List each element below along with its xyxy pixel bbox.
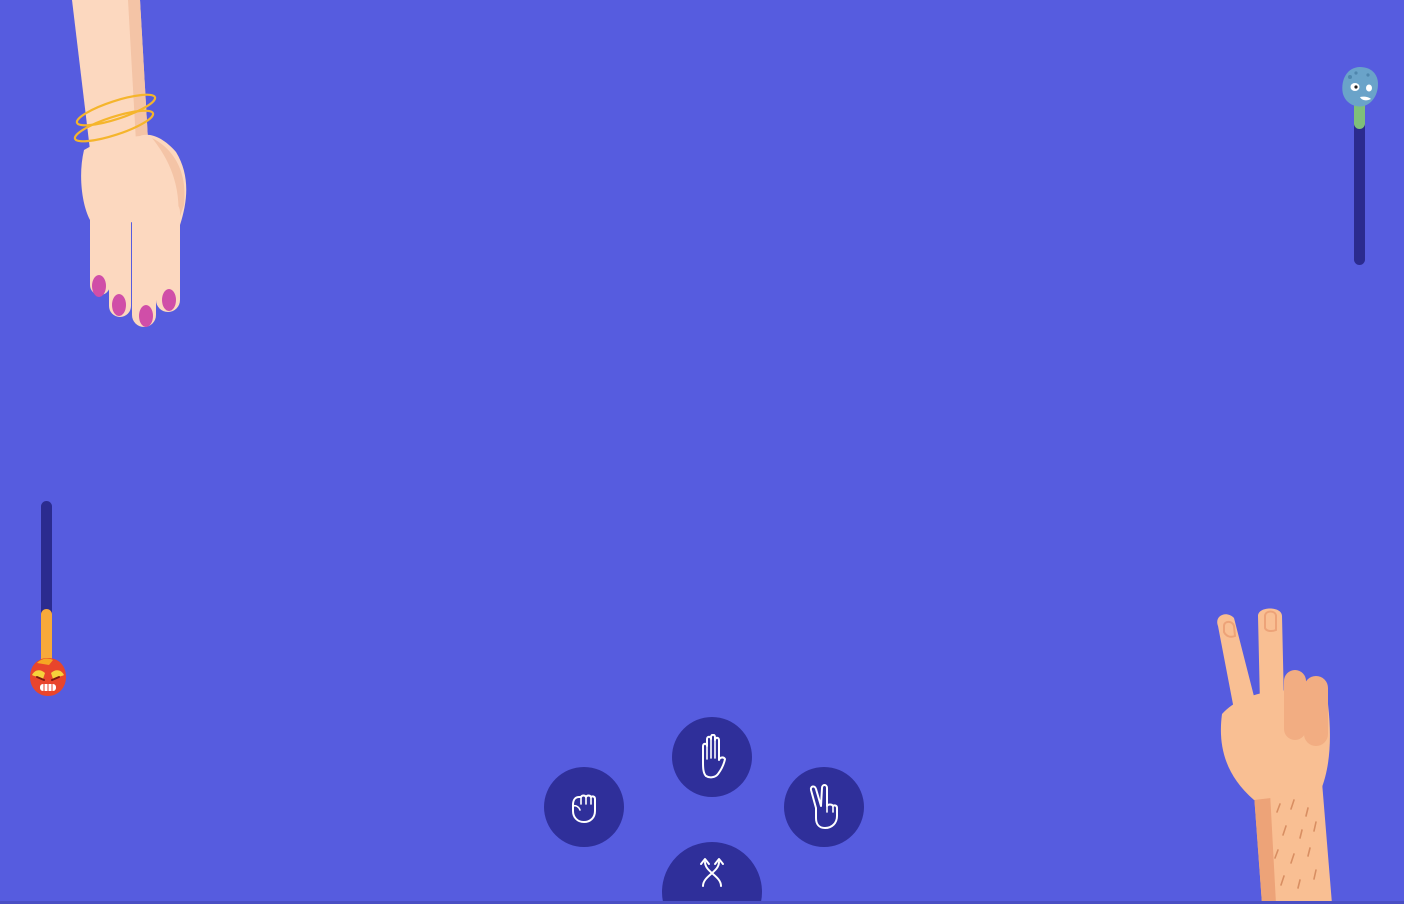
rock-button[interactable] [544, 767, 624, 847]
red-angry-face-icon [30, 658, 66, 696]
two-finger-scissors-icon [809, 784, 838, 829]
opponent-hand [72, 0, 187, 327]
scissors-button[interactable] [784, 767, 864, 847]
shuffle-arrows-icon [700, 858, 724, 887]
blue-zombie-face-icon [1342, 67, 1378, 107]
paper-button[interactable] [672, 717, 752, 797]
fist-rock-icon [572, 794, 596, 823]
game-stage [0, 0, 1404, 904]
random-button[interactable] [662, 842, 762, 904]
player-health-bar [41, 501, 52, 681]
opponent-health-bar [1354, 88, 1365, 265]
open-hand-paper-icon [702, 734, 726, 779]
player-hand [1217, 608, 1332, 904]
